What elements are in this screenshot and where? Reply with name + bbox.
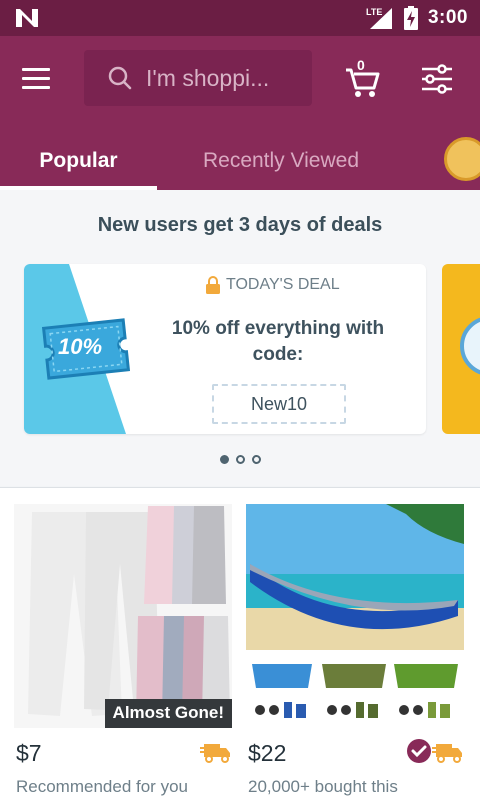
lock-icon — [206, 276, 220, 294]
carousel-pagination — [220, 455, 261, 464]
next-deal-card[interactable] — [442, 264, 480, 434]
product-image-pants[interactable]: Almost Gone! — [14, 504, 232, 728]
status-time: 3:00 — [427, 7, 468, 28]
search-placeholder: I'm shoppi... — [146, 64, 270, 91]
battery-charging-icon — [403, 6, 418, 30]
verified-badge-icon — [407, 739, 431, 763]
pagination-dot[interactable] — [236, 455, 245, 464]
fast-shipping-icon — [432, 744, 462, 763]
menu-icon[interactable] — [22, 62, 62, 94]
pants-illustration — [14, 504, 232, 728]
product-price: $7 — [16, 740, 42, 766]
cart-button[interactable]: 0 — [340, 56, 384, 100]
beach-sun-image — [460, 316, 480, 376]
cart-count: 0 — [357, 57, 365, 73]
product-subtext: 20,000+ bought this — [248, 777, 398, 796]
deal-code[interactable]: New10 — [212, 384, 346, 424]
product-subtext: Recommended for you — [16, 777, 188, 796]
filter-button[interactable] — [420, 62, 454, 96]
tab-popular[interactable]: Popular — [0, 132, 157, 190]
pagination-dot[interactable] — [252, 455, 261, 464]
search-input[interactable]: I'm shoppi... — [84, 50, 312, 106]
app-header: I'm shoppi... 0 Popular Recently Viewed — [0, 36, 480, 190]
rewards-coin-icon[interactable] — [444, 137, 480, 181]
deal-label: TODAY'S DEAL — [206, 276, 340, 294]
deals-section: New users get 3 days of deals 10% TODAY'… — [0, 190, 480, 486]
product-price: $22 — [248, 740, 287, 766]
deal-card[interactable]: 10% TODAY'S DEAL 10% off everything with… — [24, 264, 426, 434]
almost-gone-badge: Almost Gone! — [104, 699, 232, 728]
pagination-dot[interactable] — [220, 455, 229, 464]
android-n-logo-icon — [16, 9, 38, 27]
filter-sliders-icon — [422, 64, 452, 94]
deals-heading: New users get 3 days of deals — [97, 214, 383, 236]
product-grid: Almost Gone! $7 Recommended for you $22 … — [0, 488, 480, 800]
product-card[interactable]: $22 20,000+ bought this — [246, 504, 464, 796]
status-bar: LTE 3:00 — [0, 0, 480, 36]
fast-shipping-icon — [200, 744, 230, 763]
tab-bar: Popular Recently Viewed — [0, 132, 480, 190]
product-image-hammock[interactable] — [246, 504, 464, 728]
deal-title: 10% off everything with code: — [171, 318, 385, 365]
signal-lte-icon: LTE — [366, 7, 392, 29]
svg-text:LTE: LTE — [366, 7, 382, 17]
deal-label-text: TODAY'S DEAL — [226, 276, 340, 293]
search-icon — [108, 66, 132, 90]
product-card[interactable]: Almost Gone! $7 Recommended for you — [14, 504, 232, 796]
tab-recently-viewed[interactable]: Recently Viewed — [176, 132, 386, 190]
hammock-illustration — [246, 504, 464, 728]
coupon-badge-text: 10% — [58, 334, 103, 359]
